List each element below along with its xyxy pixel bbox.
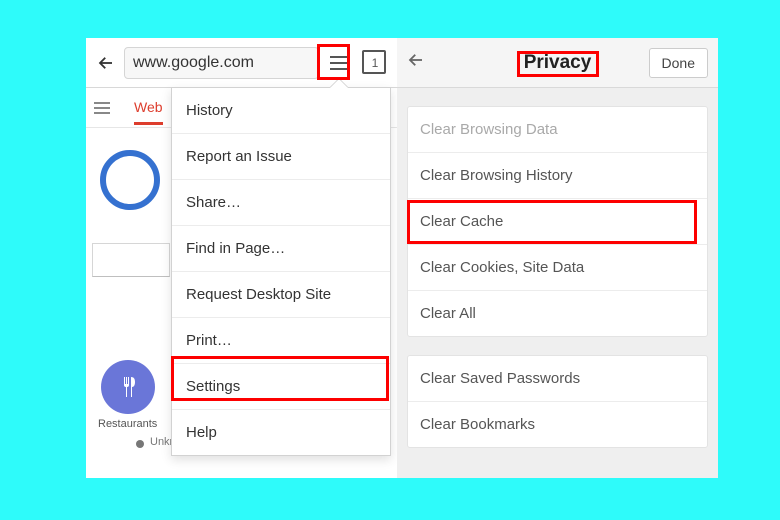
tab-web[interactable]: Web [134,91,163,125]
google-logo-partial [100,150,160,210]
clear-data-group: Clear Browsing Data Clear Browsing Histo… [407,106,708,337]
menu-settings[interactable]: Settings [172,364,390,410]
back-button[interactable] [92,54,120,72]
menu-find-in-page[interactable]: Find in Page… [172,226,390,272]
clear-all[interactable]: Clear All [408,291,707,336]
clear-cookies[interactable]: Clear Cookies, Site Data [408,245,707,291]
menu-button[interactable] [323,47,355,79]
clear-saved-group: Clear Saved Passwords Clear Bookmarks [407,355,708,448]
menu-print[interactable]: Print… [172,318,390,364]
menu-request-desktop[interactable]: Request Desktop Site [172,272,390,318]
clear-bookmarks[interactable]: Clear Bookmarks [408,402,707,447]
shortcut-label: Restaurants [98,418,157,430]
url-text: www.google.com [133,54,254,72]
done-button[interactable]: Done [649,48,708,78]
search-input[interactable] [92,243,170,277]
browser-toolbar: www.google.com 1 [86,38,397,88]
restaurant-icon [101,360,155,414]
clear-saved-passwords[interactable]: Clear Saved Passwords [408,356,707,402]
browser-main-pane: www.google.com 1 Web Restaurants Unknown… [86,38,397,478]
address-bar[interactable]: www.google.com [124,47,319,79]
hamburger-icon[interactable] [94,102,110,114]
menu-help[interactable]: Help [172,410,390,455]
location-dot-icon [136,440,144,448]
settings-toolbar: Privacy Done [397,38,718,88]
privacy-settings-pane: Privacy Done Clear Browsing Data Clear B… [397,38,718,478]
shortcut-restaurants[interactable]: Restaurants [98,360,157,430]
menu-history[interactable]: History [172,88,390,134]
hamburger-icon [330,56,348,70]
menu-report-issue[interactable]: Report an Issue [172,134,390,180]
group-header: Clear Browsing Data [408,107,707,153]
back-button[interactable] [407,51,425,75]
clear-browsing-history[interactable]: Clear Browsing History [408,153,707,199]
menu-share[interactable]: Share… [172,180,390,226]
overflow-menu: History Report an Issue Share… Find in P… [171,87,391,456]
tabs-button[interactable]: 1 [359,47,391,79]
tabs-icon: 1 [365,53,385,73]
highlight-privacy-title [517,51,599,77]
clear-cache[interactable]: Clear Cache [408,199,707,245]
